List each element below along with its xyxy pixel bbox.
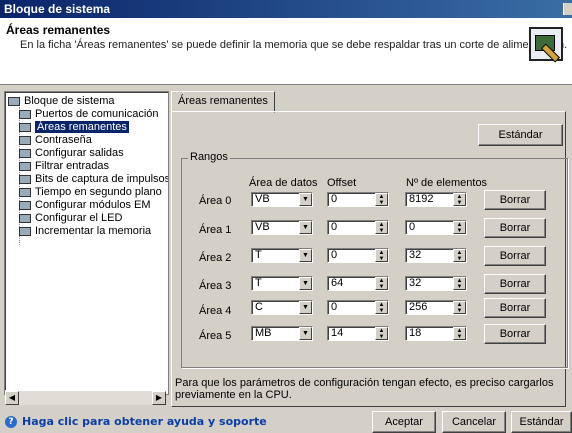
area-select[interactable]: T ▼ <box>251 248 313 263</box>
borrar-button[interactable]: Borrar <box>484 274 546 294</box>
scroll-right-icon[interactable]: ▶ <box>152 391 166 405</box>
row-label: Área 3 <box>199 280 232 292</box>
tree-item-memoria[interactable]: Incrementar la memoria <box>19 225 151 238</box>
dropdown-arrow-icon[interactable]: ▼ <box>299 277 312 290</box>
spin-arrows-icon[interactable]: ▲ ▼ <box>453 193 466 206</box>
column-header-elements: Nº de elementos <box>406 177 488 189</box>
row-label: Área 2 <box>199 252 232 264</box>
config-icon <box>19 109 31 119</box>
borrar-button[interactable]: Borrar <box>484 218 546 238</box>
elements-spinner[interactable]: 32 ▲ ▼ <box>405 276 467 291</box>
config-icon <box>19 174 31 184</box>
tree-item-modulos-em[interactable]: Configurar módulos EM <box>19 199 151 212</box>
tree-item-led[interactable]: Configurar el LED <box>19 212 122 225</box>
config-icon <box>19 161 31 171</box>
column-header-area: Área de datos <box>249 177 318 189</box>
aceptar-button[interactable]: Aceptar <box>372 411 436 433</box>
borrar-button[interactable]: Borrar <box>484 324 546 344</box>
config-icon <box>19 213 31 223</box>
help-link[interactable]: ? Haga clic para obtener ayuda y soporte <box>5 415 267 428</box>
spin-arrows-icon[interactable]: ▲ ▼ <box>453 327 466 340</box>
elements-spinner[interactable]: 32 ▲ ▼ <box>405 248 467 263</box>
config-icon <box>19 226 31 236</box>
area-select[interactable]: MB ▼ <box>251 326 313 341</box>
spin-arrows-icon[interactable]: ▲ ▼ <box>453 277 466 290</box>
header-panel: Áreas remanentes En la ficha 'Áreas rema… <box>0 18 572 85</box>
row-label: Área 5 <box>199 330 232 342</box>
offset-spinner[interactable]: 0 ▲ ▼ <box>327 248 389 263</box>
spin-arrows-icon[interactable]: ▲ ▼ <box>453 221 466 234</box>
tree-horizontal-scrollbar[interactable]: ◀ ▶ <box>5 390 166 405</box>
spin-arrows-icon[interactable]: ▲ ▼ <box>453 249 466 262</box>
dropdown-arrow-icon[interactable]: ▼ <box>299 221 312 234</box>
scroll-left-icon[interactable]: ◀ <box>5 391 19 405</box>
dropdown-arrow-icon[interactable]: ▼ <box>299 249 312 262</box>
spin-arrows-icon[interactable]: ▲ ▼ <box>375 193 388 206</box>
spin-arrows-icon[interactable]: ▲ ▼ <box>375 327 388 340</box>
tree-item-contrasena[interactable]: Contraseña <box>19 134 92 147</box>
config-icon <box>19 148 31 158</box>
tree-item-puertos[interactable]: Puertos de comunicación <box>19 108 159 121</box>
borrar-button[interactable]: Borrar <box>484 190 546 210</box>
elements-spinner[interactable]: 8192 ▲ ▼ <box>405 192 467 207</box>
dropdown-arrow-icon[interactable]: ▼ <box>299 301 312 314</box>
title-bar: Bloque de sistema <box>0 0 572 18</box>
spin-arrows-icon[interactable]: ▲ ▼ <box>453 301 466 314</box>
help-icon: ? <box>5 416 17 428</box>
row-label: Área 4 <box>199 305 232 317</box>
config-icon <box>19 135 31 145</box>
spin-arrows-icon[interactable]: ▲ ▼ <box>375 249 388 262</box>
row-label: Área 1 <box>199 224 232 236</box>
area-select[interactable]: T ▼ <box>251 276 313 291</box>
close-button[interactable] <box>563 3 572 15</box>
offset-spinner[interactable]: 14 ▲ ▼ <box>327 326 389 341</box>
borrar-button[interactable]: Borrar <box>484 298 546 318</box>
cancelar-button[interactable]: Cancelar <box>442 411 506 433</box>
spin-arrows-icon[interactable]: ▲ ▼ <box>375 301 388 314</box>
tree-item-salidas[interactable]: Configurar salidas <box>19 147 124 160</box>
config-icon <box>19 200 31 210</box>
config-icon <box>19 122 31 132</box>
tree-item-areas-remanentes[interactable]: Áreas remanentes <box>19 121 129 134</box>
area-select[interactable]: VB ▼ <box>251 220 313 235</box>
group-legend: Rangos <box>188 151 230 163</box>
borrar-button[interactable]: Borrar <box>484 246 546 266</box>
area-select[interactable]: VB ▼ <box>251 192 313 207</box>
memory-config-icon <box>529 27 563 63</box>
spin-arrows-icon[interactable]: ▲ ▼ <box>375 221 388 234</box>
spin-arrows-icon[interactable]: ▲ ▼ <box>375 277 388 290</box>
tree-item-bits-captura[interactable]: Bits de captura de impulsos <box>19 173 168 186</box>
info-note: Para que los parámetros de configuración… <box>175 377 554 401</box>
page-title: Áreas remanentes <box>6 23 111 37</box>
row-label: Área 0 <box>199 195 232 207</box>
tab-areas-remanentes[interactable]: Áreas remanentes <box>171 91 275 113</box>
offset-spinner[interactable]: 0 ▲ ▼ <box>327 220 389 235</box>
config-icon <box>19 187 31 197</box>
system-block-icon <box>8 96 20 106</box>
offset-spinner[interactable]: 64 ▲ ▼ <box>327 276 389 291</box>
tree-item-tiempo[interactable]: Tiempo en segundo plano <box>19 186 162 199</box>
tree-item-entradas[interactable]: Filtrar entradas <box>19 160 109 173</box>
navigation-tree[interactable]: Bloque de sistema Puertos de comunicació… <box>4 91 169 395</box>
column-header-offset: Offset <box>327 177 357 189</box>
offset-spinner[interactable]: 0 ▲ ▼ <box>327 192 389 207</box>
tree-root[interactable]: Bloque de sistema <box>8 95 115 108</box>
dropdown-arrow-icon[interactable]: ▼ <box>299 193 312 206</box>
window-title: Bloque de sistema <box>4 2 111 16</box>
area-select[interactable]: C ▼ <box>251 300 313 315</box>
elements-spinner[interactable]: 18 ▲ ▼ <box>405 326 467 341</box>
elements-spinner[interactable]: 256 ▲ ▼ <box>405 300 467 315</box>
dropdown-arrow-icon[interactable]: ▼ <box>299 327 312 340</box>
offset-spinner[interactable]: 0 ▲ ▼ <box>327 300 389 315</box>
elements-spinner[interactable]: 0 ▲ ▼ <box>405 220 467 235</box>
estandar-top-button[interactable]: Estándar <box>478 124 563 146</box>
estandar-bottom-button[interactable]: Estándar <box>511 411 572 433</box>
page-description: En la ficha 'Áreas remanentes' se puede … <box>20 39 568 51</box>
